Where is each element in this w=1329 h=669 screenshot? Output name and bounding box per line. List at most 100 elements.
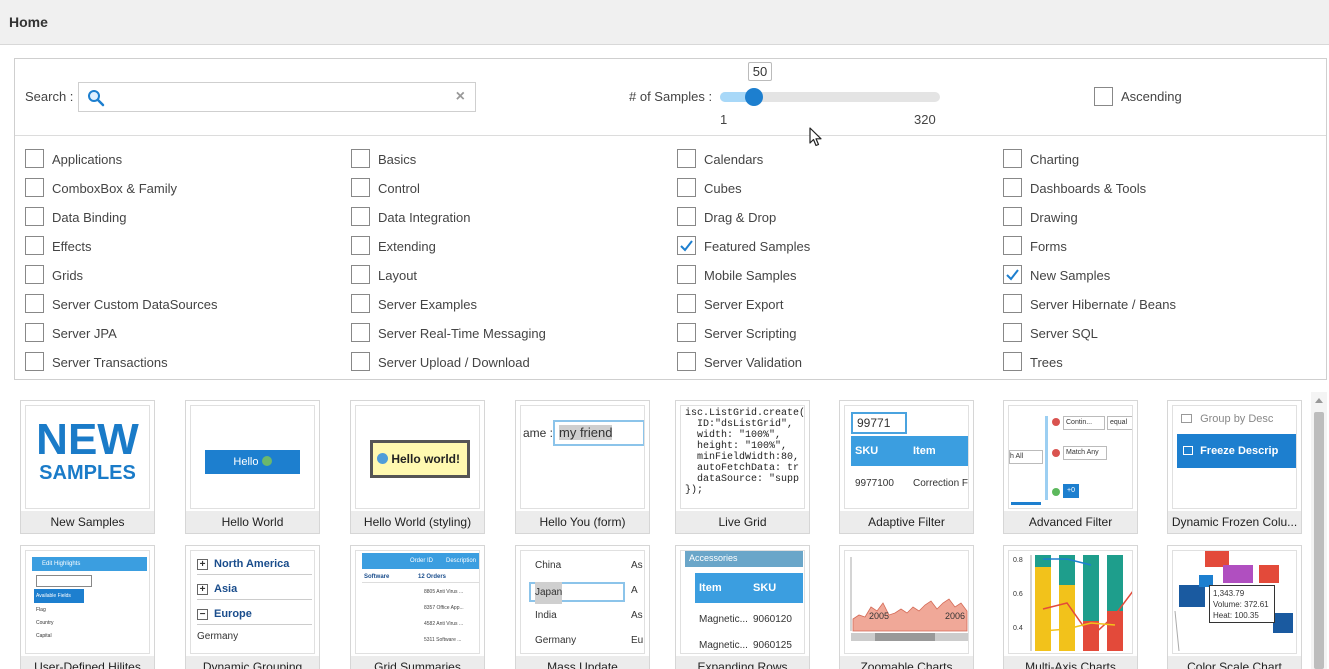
category-calendars[interactable]: Calendars	[677, 149, 977, 169]
sample-thumbnail[interactable]: Edit Highlights Available Fields Flag Cou…	[25, 550, 150, 654]
sample-tile-multi-axis-charts[interactable]: 0.8 0.6 0.4 Multi-Axis Charts	[1003, 545, 1138, 669]
sample-thumbnail[interactable]: NEW SAMPLES	[25, 405, 150, 509]
category-server-jpa[interactable]: Server JPA	[25, 323, 325, 343]
category-checkbox[interactable]	[351, 352, 370, 371]
search-input[interactable]	[109, 87, 439, 107]
sample-thumbnail[interactable]: ame : my friend	[520, 405, 645, 509]
sample-tile-user-defined-hilites[interactable]: Edit Highlights Available Fields Flag Cou…	[20, 545, 155, 669]
category-checkbox[interactable]	[351, 178, 370, 197]
category-checkbox[interactable]	[25, 323, 44, 342]
category-data-binding[interactable]: Data Binding	[25, 207, 325, 227]
category-checkbox[interactable]	[677, 236, 696, 255]
category-drawing[interactable]: Drawing	[1003, 207, 1303, 227]
category-drag-drop[interactable]: Drag & Drop	[677, 207, 977, 227]
sample-tile-advanced-filter[interactable]: h All Contin... equal Match Any +0 Advan…	[1003, 400, 1138, 534]
samples-slider-thumb[interactable]	[744, 88, 763, 106]
sample-caption[interactable]: Hello You (form)	[516, 511, 649, 533]
sample-thumbnail[interactable]: 0.8 0.6 0.4	[1008, 550, 1133, 654]
sample-tile-adaptive-filter[interactable]: 99771 SKU Item 9977100 Correction F Adapti…	[839, 400, 974, 534]
sample-tile-grid-summaries[interactable]: Order ID Description Software 12 Orders 88…	[350, 545, 485, 669]
sample-thumbnail[interactable]: Hello world!	[355, 405, 480, 509]
category-server-scripting[interactable]: Server Scripting	[677, 323, 977, 343]
category-cubes[interactable]: Cubes	[677, 178, 977, 198]
category-server-sql[interactable]: Server SQL	[1003, 323, 1303, 343]
category-checkbox[interactable]	[351, 294, 370, 313]
sample-thumbnail[interactable]: + North America + Asia − Europe Germany	[190, 550, 315, 654]
category-checkbox[interactable]	[1003, 207, 1022, 226]
clear-icon[interactable]: ×	[456, 88, 465, 106]
category-checkbox[interactable]	[351, 207, 370, 226]
sample-tile-expanding-rows[interactable]: Accessories Item SKU Magnetic... 9060120 M…	[675, 545, 810, 669]
category-checkbox[interactable]	[25, 236, 44, 255]
category-checkbox[interactable]	[677, 178, 696, 197]
category-checkbox[interactable]	[677, 352, 696, 371]
category-checkbox[interactable]	[1003, 323, 1022, 342]
sample-caption[interactable]: Grid Summaries	[351, 656, 484, 669]
category-checkbox[interactable]	[1003, 149, 1022, 168]
sample-caption[interactable]: Zoomable Charts	[840, 656, 973, 669]
category-checkbox[interactable]	[677, 207, 696, 226]
scroll-up-icon[interactable]	[1315, 398, 1323, 403]
sample-tile-dynamic-grouping[interactable]: + North America + Asia − Europe Germany Dyna…	[185, 545, 320, 669]
sample-thumbnail[interactable]: 99771 SKU Item 9977100 Correction F	[844, 405, 969, 509]
sample-caption[interactable]: Advanced Filter	[1004, 511, 1137, 533]
sample-tile-live-grid[interactable]: isc.ListGrid.create({ ID:"dsListGrid", w…	[675, 400, 810, 534]
sample-thumbnail[interactable]: isc.ListGrid.create({ ID:"dsListGrid", w…	[680, 405, 805, 509]
sample-tile-mass-update[interactable]: China As Japan A India As Germany Eu Mas…	[515, 545, 650, 669]
category-trees[interactable]: Trees	[1003, 352, 1303, 372]
category-effects[interactable]: Effects	[25, 236, 325, 256]
category-checkbox[interactable]	[1003, 294, 1022, 313]
category-checkbox[interactable]	[1003, 265, 1022, 284]
category-server-custom-datasources[interactable]: Server Custom DataSources	[25, 294, 325, 314]
category-checkbox[interactable]	[351, 265, 370, 284]
search-box[interactable]: ×	[78, 82, 476, 112]
sample-thumbnail[interactable]: Order ID Description Software 12 Orders 88…	[355, 550, 480, 654]
category-checkbox[interactable]	[25, 178, 44, 197]
category-server-validation[interactable]: Server Validation	[677, 352, 977, 372]
category-charting[interactable]: Charting	[1003, 149, 1303, 169]
category-checkbox[interactable]	[25, 207, 44, 226]
category-server-upload-download[interactable]: Server Upload / Download	[351, 352, 651, 372]
sample-tile-hello-you-form[interactable]: ame : my friend Hello You (form)	[515, 400, 650, 534]
category-comboxbox-family[interactable]: ComboxBox & Family	[25, 178, 325, 198]
sample-thumbnail[interactable]: Group by Desc Freeze Descrip	[1172, 405, 1297, 509]
sample-tile-zoomable-charts[interactable]: 2005 2006 Zoomable Charts	[839, 545, 974, 669]
sample-thumbnail[interactable]: h All Contin... equal Match Any +0	[1008, 405, 1133, 509]
sample-tile-hello-world-styling[interactable]: Hello world! Hello World (styling)	[350, 400, 485, 534]
category-checkbox[interactable]	[677, 265, 696, 284]
category-data-integration[interactable]: Data Integration	[351, 207, 651, 227]
category-basics[interactable]: Basics	[351, 149, 651, 169]
scrollbar-thumb[interactable]	[1314, 412, 1324, 669]
category-dashboards-tools[interactable]: Dashboards & Tools	[1003, 178, 1303, 198]
samples-grid-scrollbar[interactable]	[1311, 392, 1327, 669]
category-grids[interactable]: Grids	[25, 265, 325, 285]
category-server-transactions[interactable]: Server Transactions	[25, 352, 325, 372]
sample-thumbnail[interactable]: Hello	[190, 405, 315, 509]
sample-tile-color-scale-chart[interactable]: 1,343.79 Volume: 372.61 Heat: 100.35 Color…	[1167, 545, 1302, 669]
category-checkbox[interactable]	[1003, 178, 1022, 197]
category-new-samples[interactable]: New Samples	[1003, 265, 1303, 285]
category-server-hibernate-beans[interactable]: Server Hibernate / Beans	[1003, 294, 1303, 314]
category-checkbox[interactable]	[677, 323, 696, 342]
sample-thumbnail[interactable]: Accessories Item SKU Magnetic... 9060120 M…	[680, 550, 805, 654]
category-forms[interactable]: Forms	[1003, 236, 1303, 256]
sample-thumbnail[interactable]: China As Japan A India As Germany Eu	[520, 550, 645, 654]
category-control[interactable]: Control	[351, 178, 651, 198]
sample-tile-new-samples[interactable]: NEW SAMPLES New Samples	[20, 400, 155, 534]
sample-caption[interactable]: Multi-Axis Charts	[1004, 656, 1137, 669]
category-server-real-time-messaging[interactable]: Server Real-Time Messaging	[351, 323, 651, 343]
category-checkbox[interactable]	[677, 294, 696, 313]
sample-caption[interactable]: Mass Update	[516, 656, 649, 669]
sample-caption[interactable]: Expanding Rows	[676, 656, 809, 669]
category-checkbox[interactable]	[1003, 352, 1022, 371]
category-checkbox[interactable]	[25, 149, 44, 168]
category-applications[interactable]: Applications	[25, 149, 325, 169]
sample-caption[interactable]: Live Grid	[676, 511, 809, 533]
category-server-examples[interactable]: Server Examples	[351, 294, 651, 314]
sample-caption[interactable]: Adaptive Filter	[840, 511, 973, 533]
category-checkbox[interactable]	[351, 149, 370, 168]
category-mobile-samples[interactable]: Mobile Samples	[677, 265, 977, 285]
category-checkbox[interactable]	[25, 265, 44, 284]
category-checkbox[interactable]	[25, 294, 44, 313]
category-extending[interactable]: Extending	[351, 236, 651, 256]
